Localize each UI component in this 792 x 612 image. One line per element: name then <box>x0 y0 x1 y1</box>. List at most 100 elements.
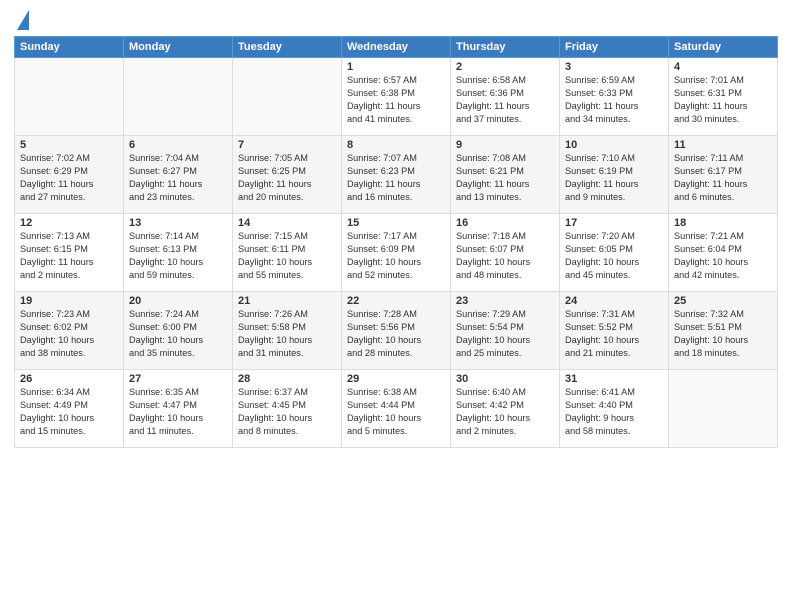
day-content: Sunrise: 6:40 AM Sunset: 4:42 PM Dayligh… <box>456 386 554 438</box>
day-number: 23 <box>456 295 554 307</box>
day-number: 1 <box>347 61 445 73</box>
calendar-cell: 1Sunrise: 6:57 AM Sunset: 6:38 PM Daylig… <box>342 58 451 136</box>
calendar-cell: 21Sunrise: 7:26 AM Sunset: 5:58 PM Dayli… <box>233 292 342 370</box>
day-number: 13 <box>129 217 227 229</box>
day-content: Sunrise: 7:28 AM Sunset: 5:56 PM Dayligh… <box>347 308 445 360</box>
calendar-cell: 15Sunrise: 7:17 AM Sunset: 6:09 PM Dayli… <box>342 214 451 292</box>
calendar-cell: 13Sunrise: 7:14 AM Sunset: 6:13 PM Dayli… <box>124 214 233 292</box>
day-number: 31 <box>565 373 663 385</box>
day-number: 26 <box>20 373 118 385</box>
day-content: Sunrise: 6:59 AM Sunset: 6:33 PM Dayligh… <box>565 74 663 126</box>
day-number: 27 <box>129 373 227 385</box>
day-content: Sunrise: 7:02 AM Sunset: 6:29 PM Dayligh… <box>20 152 118 204</box>
calendar-week-row: 26Sunrise: 6:34 AM Sunset: 4:49 PM Dayli… <box>15 370 778 448</box>
day-content: Sunrise: 7:14 AM Sunset: 6:13 PM Dayligh… <box>129 230 227 282</box>
day-content: Sunrise: 7:26 AM Sunset: 5:58 PM Dayligh… <box>238 308 336 360</box>
day-content: Sunrise: 7:31 AM Sunset: 5:52 PM Dayligh… <box>565 308 663 360</box>
calendar-cell: 2Sunrise: 6:58 AM Sunset: 6:36 PM Daylig… <box>451 58 560 136</box>
calendar-cell <box>669 370 778 448</box>
calendar-cell: 7Sunrise: 7:05 AM Sunset: 6:25 PM Daylig… <box>233 136 342 214</box>
day-number: 4 <box>674 61 772 73</box>
calendar-cell: 18Sunrise: 7:21 AM Sunset: 6:04 PM Dayli… <box>669 214 778 292</box>
day-content: Sunrise: 7:08 AM Sunset: 6:21 PM Dayligh… <box>456 152 554 204</box>
day-content: Sunrise: 6:35 AM Sunset: 4:47 PM Dayligh… <box>129 386 227 438</box>
day-content: Sunrise: 7:17 AM Sunset: 6:09 PM Dayligh… <box>347 230 445 282</box>
day-number: 25 <box>674 295 772 307</box>
day-number: 16 <box>456 217 554 229</box>
day-number: 14 <box>238 217 336 229</box>
calendar-cell: 17Sunrise: 7:20 AM Sunset: 6:05 PM Dayli… <box>560 214 669 292</box>
page-container: SundayMondayTuesdayWednesdayThursdayFrid… <box>0 0 792 454</box>
calendar-cell: 30Sunrise: 6:40 AM Sunset: 4:42 PM Dayli… <box>451 370 560 448</box>
day-number: 24 <box>565 295 663 307</box>
day-number: 11 <box>674 139 772 151</box>
day-number: 7 <box>238 139 336 151</box>
calendar-cell: 4Sunrise: 7:01 AM Sunset: 6:31 PM Daylig… <box>669 58 778 136</box>
calendar-cell: 28Sunrise: 6:37 AM Sunset: 4:45 PM Dayli… <box>233 370 342 448</box>
calendar-cell: 25Sunrise: 7:32 AM Sunset: 5:51 PM Dayli… <box>669 292 778 370</box>
day-number: 20 <box>129 295 227 307</box>
calendar-cell: 22Sunrise: 7:28 AM Sunset: 5:56 PM Dayli… <box>342 292 451 370</box>
calendar-cell: 8Sunrise: 7:07 AM Sunset: 6:23 PM Daylig… <box>342 136 451 214</box>
day-number: 3 <box>565 61 663 73</box>
day-number: 8 <box>347 139 445 151</box>
day-content: Sunrise: 7:04 AM Sunset: 6:27 PM Dayligh… <box>129 152 227 204</box>
calendar-header-row: SundayMondayTuesdayWednesdayThursdayFrid… <box>15 37 778 58</box>
day-content: Sunrise: 6:57 AM Sunset: 6:38 PM Dayligh… <box>347 74 445 126</box>
calendar-week-row: 1Sunrise: 6:57 AM Sunset: 6:38 PM Daylig… <box>15 58 778 136</box>
day-content: Sunrise: 7:18 AM Sunset: 6:07 PM Dayligh… <box>456 230 554 282</box>
day-number: 5 <box>20 139 118 151</box>
day-number: 29 <box>347 373 445 385</box>
day-content: Sunrise: 6:38 AM Sunset: 4:44 PM Dayligh… <box>347 386 445 438</box>
day-content: Sunrise: 7:05 AM Sunset: 6:25 PM Dayligh… <box>238 152 336 204</box>
calendar-cell: 29Sunrise: 6:38 AM Sunset: 4:44 PM Dayli… <box>342 370 451 448</box>
calendar-day-header: Friday <box>560 37 669 58</box>
day-content: Sunrise: 7:15 AM Sunset: 6:11 PM Dayligh… <box>238 230 336 282</box>
calendar-day-header: Monday <box>124 37 233 58</box>
calendar-cell <box>233 58 342 136</box>
day-number: 9 <box>456 139 554 151</box>
calendar-week-row: 19Sunrise: 7:23 AM Sunset: 6:02 PM Dayli… <box>15 292 778 370</box>
day-number: 21 <box>238 295 336 307</box>
logo <box>14 10 29 30</box>
day-number: 22 <box>347 295 445 307</box>
day-number: 30 <box>456 373 554 385</box>
calendar-cell: 23Sunrise: 7:29 AM Sunset: 5:54 PM Dayli… <box>451 292 560 370</box>
day-number: 15 <box>347 217 445 229</box>
calendar-week-row: 12Sunrise: 7:13 AM Sunset: 6:15 PM Dayli… <box>15 214 778 292</box>
calendar-cell: 3Sunrise: 6:59 AM Sunset: 6:33 PM Daylig… <box>560 58 669 136</box>
day-number: 12 <box>20 217 118 229</box>
calendar-table: SundayMondayTuesdayWednesdayThursdayFrid… <box>14 36 778 448</box>
day-number: 19 <box>20 295 118 307</box>
calendar-day-header: Saturday <box>669 37 778 58</box>
calendar-cell <box>15 58 124 136</box>
calendar-day-header: Wednesday <box>342 37 451 58</box>
calendar-day-header: Sunday <box>15 37 124 58</box>
day-content: Sunrise: 7:01 AM Sunset: 6:31 PM Dayligh… <box>674 74 772 126</box>
day-content: Sunrise: 7:32 AM Sunset: 5:51 PM Dayligh… <box>674 308 772 360</box>
calendar-day-header: Tuesday <box>233 37 342 58</box>
day-content: Sunrise: 6:41 AM Sunset: 4:40 PM Dayligh… <box>565 386 663 438</box>
day-number: 28 <box>238 373 336 385</box>
calendar-week-row: 5Sunrise: 7:02 AM Sunset: 6:29 PM Daylig… <box>15 136 778 214</box>
day-content: Sunrise: 6:34 AM Sunset: 4:49 PM Dayligh… <box>20 386 118 438</box>
day-number: 6 <box>129 139 227 151</box>
calendar-cell: 10Sunrise: 7:10 AM Sunset: 6:19 PM Dayli… <box>560 136 669 214</box>
calendar-cell <box>124 58 233 136</box>
calendar-cell: 19Sunrise: 7:23 AM Sunset: 6:02 PM Dayli… <box>15 292 124 370</box>
day-content: Sunrise: 7:29 AM Sunset: 5:54 PM Dayligh… <box>456 308 554 360</box>
day-content: Sunrise: 7:23 AM Sunset: 6:02 PM Dayligh… <box>20 308 118 360</box>
day-content: Sunrise: 6:58 AM Sunset: 6:36 PM Dayligh… <box>456 74 554 126</box>
day-number: 18 <box>674 217 772 229</box>
calendar-cell: 20Sunrise: 7:24 AM Sunset: 6:00 PM Dayli… <box>124 292 233 370</box>
day-content: Sunrise: 7:21 AM Sunset: 6:04 PM Dayligh… <box>674 230 772 282</box>
calendar-cell: 31Sunrise: 6:41 AM Sunset: 4:40 PM Dayli… <box>560 370 669 448</box>
calendar-cell: 12Sunrise: 7:13 AM Sunset: 6:15 PM Dayli… <box>15 214 124 292</box>
calendar-day-header: Thursday <box>451 37 560 58</box>
calendar-cell: 11Sunrise: 7:11 AM Sunset: 6:17 PM Dayli… <box>669 136 778 214</box>
day-content: Sunrise: 7:24 AM Sunset: 6:00 PM Dayligh… <box>129 308 227 360</box>
day-content: Sunrise: 7:07 AM Sunset: 6:23 PM Dayligh… <box>347 152 445 204</box>
day-content: Sunrise: 7:13 AM Sunset: 6:15 PM Dayligh… <box>20 230 118 282</box>
calendar-cell: 16Sunrise: 7:18 AM Sunset: 6:07 PM Dayli… <box>451 214 560 292</box>
calendar-cell: 26Sunrise: 6:34 AM Sunset: 4:49 PM Dayli… <box>15 370 124 448</box>
